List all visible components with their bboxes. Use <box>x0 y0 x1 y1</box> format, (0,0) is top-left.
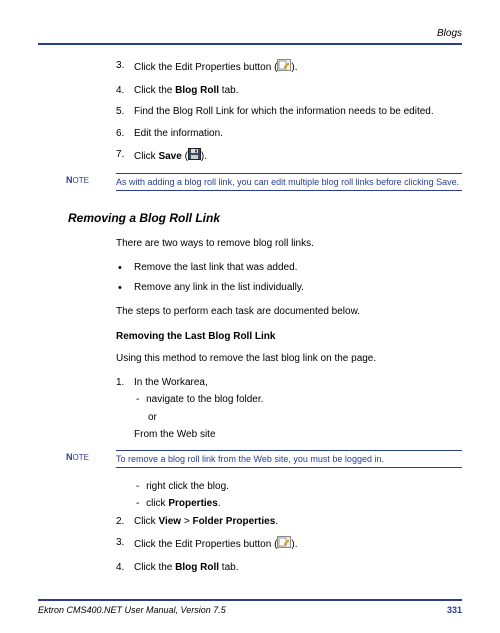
edit-properties-icon <box>277 59 291 76</box>
footer-left: Ektron CMS400.NET User Manual, Version 7… <box>38 605 226 615</box>
note-1: NOTE As with adding a blog roll link, yo… <box>38 173 462 191</box>
step-item: 4.Click the Blog Roll tab. <box>116 561 454 575</box>
after-bullets: The steps to perform each task are docum… <box>116 305 454 319</box>
page-footer: Ektron CMS400.NET User Manual, Version 7… <box>38 605 462 615</box>
substep: right click the blog. <box>134 480 454 494</box>
section-body-2: right click the blog. click Properties. 2… <box>38 480 462 575</box>
edit-properties-icon <box>277 536 291 553</box>
page-header-section: Blogs <box>38 28 462 39</box>
substep-or: or <box>134 411 454 425</box>
steps-top: 3.Click the Edit Properties button (). 4.… <box>116 59 454 165</box>
steps-bottom-rest: 2.Click View > Folder Properties. 3.Click… <box>116 515 454 575</box>
intro-paragraph: There are two ways to remove blog roll l… <box>116 237 454 251</box>
page-number: 331 <box>447 605 462 615</box>
step-item: 3.Click the Edit Properties button (). <box>116 59 454 76</box>
section-heading: Removing a Blog Roll Link <box>68 211 462 225</box>
note-label: NOTE <box>38 173 116 191</box>
step-text: Click the Edit Properties button (). <box>134 62 298 73</box>
step-text: Click the Blog Roll tab. <box>134 85 238 96</box>
step-text: Click the Blog Roll tab. <box>134 562 238 573</box>
save-icon <box>188 148 201 165</box>
bullet-item: Remove the last link that was added. <box>116 261 454 275</box>
substeps-continued: right click the blog. click Properties. <box>116 480 454 511</box>
step-text: Find the Blog Roll Link for which the in… <box>134 106 434 117</box>
section-body: There are two ways to remove blog roll l… <box>38 237 462 442</box>
subheading: Removing the Last Blog Roll Link <box>116 331 454 342</box>
substep: click Properties. <box>134 497 454 511</box>
step-item: 3.Click the Edit Properties button (). <box>116 536 454 553</box>
step-text: Edit the information. <box>134 128 223 139</box>
step-item: 4.Click the Blog Roll tab. <box>116 84 454 98</box>
subintro: Using this method to remove the last blo… <box>116 352 454 366</box>
step-item: 1. In the Workarea, navigate to the blog… <box>116 376 454 442</box>
step-text: Click View > Folder Properties. <box>134 516 278 527</box>
content-area: 3.Click the Edit Properties button (). 4.… <box>38 59 462 165</box>
step-item: 6.Edit the information. <box>116 127 454 141</box>
footer-rule <box>38 599 462 601</box>
substep: From the Web site <box>134 428 454 442</box>
step-text: Click Save (). <box>134 151 207 162</box>
bullet-list: Remove the last link that was added. Remo… <box>116 261 454 295</box>
steps-bottom: 1. In the Workarea, navigate to the blog… <box>116 376 454 442</box>
step-text: Click the Edit Properties button (). <box>134 539 298 550</box>
substep: navigate to the blog folder. <box>134 393 454 407</box>
step-item: 7.Click Save (). <box>116 148 454 165</box>
note-2: NOTE To remove a blog roll link from the… <box>38 450 462 468</box>
bullet-item: Remove any link in the list individually… <box>116 281 454 295</box>
step-text: In the Workarea, <box>134 377 208 388</box>
step-item: 5.Find the Blog Roll Link for which the … <box>116 105 454 119</box>
note-text: To remove a blog roll link from the Web … <box>116 450 462 468</box>
note-text: As with adding a blog roll link, you can… <box>116 173 462 191</box>
header-rule <box>38 43 462 45</box>
note-label: NOTE <box>38 450 116 468</box>
step-item: 2.Click View > Folder Properties. <box>116 515 454 529</box>
